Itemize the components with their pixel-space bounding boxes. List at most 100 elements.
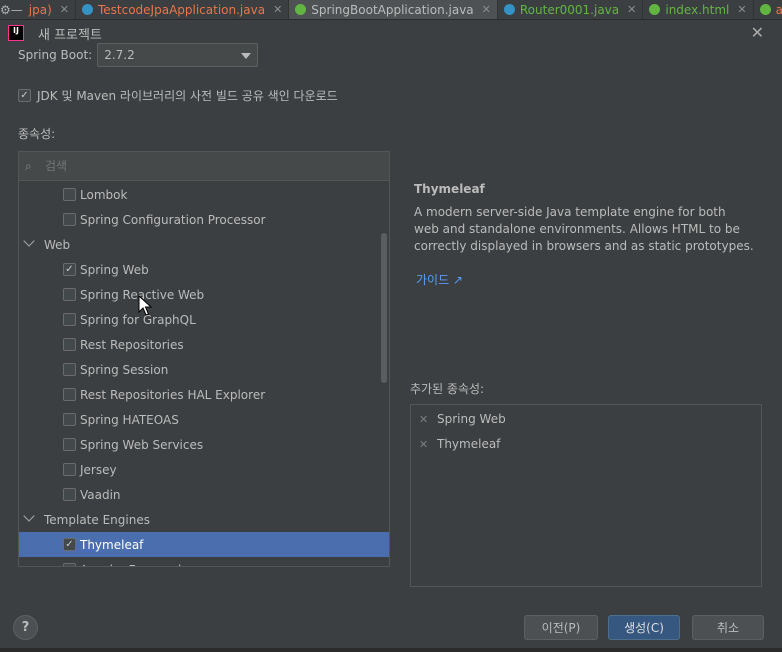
dependency-item[interactable]: Spring Web Services: [19, 432, 389, 457]
jdk-index-checkbox[interactable]: ✓: [18, 89, 31, 102]
editor-tab[interactable]: SpringBootApplication.java ✕: [289, 0, 498, 19]
dependency-item-label: Rest Repositories HAL Explorer: [80, 387, 266, 402]
dependency-checkbox[interactable]: [63, 463, 76, 476]
dependency-group-label: Template Engines: [44, 512, 150, 527]
minimize-icon[interactable]: —: [11, 0, 23, 19]
jdk-index-label: JDK 및 Maven 라이브러리의 사전 빌드 공유 색인 다운로드: [37, 89, 338, 103]
file-type-icon: [649, 4, 661, 15]
dependency-item[interactable]: Spring for GraphQL: [19, 307, 389, 332]
settings-gear-icon[interactable]: ⚙: [0, 0, 11, 19]
intellij-logo-icon: IJ: [8, 25, 24, 41]
dependency-checkbox[interactable]: [63, 388, 76, 401]
spring-boot-version-select[interactable]: 2.7.2: [97, 43, 259, 67]
cancel-button[interactable]: 취소: [692, 615, 764, 640]
remove-icon[interactable]: ✕: [419, 438, 437, 451]
dependency-item-label: Jersey: [80, 462, 117, 477]
dependency-checkbox[interactable]: [63, 438, 76, 451]
editor-tab[interactable]: TestcodeJpaApplication.java ✕: [76, 0, 290, 19]
chevron-down-icon[interactable]: [23, 235, 35, 247]
dependency-checkbox[interactable]: [63, 363, 76, 376]
file-type-icon: [81, 4, 93, 15]
dependency-item[interactable]: ✓ Thymeleaf: [19, 532, 389, 557]
dependency-item[interactable]: Rest Repositories: [19, 332, 389, 357]
dependency-search[interactable]: ⌕: [19, 152, 389, 181]
dependency-item-label: Spring Configuration Processor: [80, 212, 266, 227]
editor-tab[interactable]: Router0001.java ✕: [498, 0, 644, 19]
editor-tab-strip: ⚙ — jpa) ✕ TestcodeJpaApplication.java ✕ Spr…: [0, 0, 782, 20]
dependency-group-label: Web: [44, 237, 71, 252]
create-button[interactable]: 생성(C): [608, 615, 680, 640]
editor-tab-label: Router0001.java: [519, 2, 620, 17]
previous-button[interactable]: 이전(P): [524, 615, 598, 640]
dependency-item[interactable]: Vaadin: [19, 482, 389, 507]
added-dependencies-label: 추가된 종속성:: [410, 382, 485, 396]
dependency-detail-title: Thymeleaf: [414, 182, 485, 196]
spring-boot-label: Spring Boot:: [18, 48, 93, 62]
guide-link[interactable]: 가이드 ↗: [416, 271, 463, 288]
added-dependency-label: Spring Web: [437, 412, 506, 426]
chevron-down-icon[interactable]: [23, 510, 35, 522]
added-dependencies-panel: ✕ Spring Web ✕ Thymeleaf: [410, 404, 762, 587]
dependency-checkbox[interactable]: [63, 563, 76, 566]
search-icon: ⌕: [25, 158, 32, 173]
close-tab-icon[interactable]: ✕: [737, 3, 746, 16]
dependency-tree: Lombok Spring Configuration Processor Web ✓…: [19, 182, 389, 566]
close-tab-icon[interactable]: ✕: [60, 3, 69, 16]
dependency-item-label: Spring Web Services: [80, 437, 204, 452]
editor-tabs: jpa) ✕ TestcodeJpaApplication.java ✕ SpringB…: [23, 0, 782, 19]
dependency-checkbox[interactable]: [63, 188, 76, 201]
editor-tab[interactable]: app: [754, 0, 782, 19]
added-dependency-item[interactable]: ✕ Spring Web: [419, 412, 506, 426]
dependency-group[interactable]: Template Engines: [19, 507, 389, 532]
editor-tab-label: jpa): [28, 2, 52, 17]
close-icon[interactable]: ✕: [751, 23, 764, 42]
dependency-group[interactable]: Web: [19, 232, 389, 257]
dependency-item-label: Thymeleaf: [80, 537, 144, 552]
added-dependency-item[interactable]: ✕ Thymeleaf: [419, 437, 500, 451]
ide-status-strip: [0, 648, 782, 652]
dependency-checkbox[interactable]: [63, 313, 76, 326]
chevron-down-icon: [241, 53, 252, 59]
tree-scrollbar[interactable]: [381, 233, 387, 383]
dependency-item[interactable]: Jersey: [19, 457, 389, 482]
dependency-checkbox[interactable]: [63, 213, 76, 226]
editor-tab-label: index.html: [665, 2, 730, 17]
dependency-item[interactable]: Lombok: [19, 182, 389, 207]
editor-tab-label: SpringBootApplication.java: [311, 2, 474, 17]
editor-tab-label: app: [776, 3, 782, 17]
dependency-item[interactable]: Spring Session: [19, 357, 389, 382]
file-type-icon: [295, 4, 307, 15]
dependency-checkbox[interactable]: [63, 338, 76, 351]
editor-tab[interactable]: jpa) ✕: [23, 0, 76, 19]
dependency-item[interactable]: Spring HATEOAS: [19, 407, 389, 432]
dependency-checkbox[interactable]: ✓: [63, 538, 76, 551]
dependency-item[interactable]: Spring Reactive Web: [19, 282, 389, 307]
dependency-checkbox[interactable]: [63, 288, 76, 301]
help-button[interactable]: ?: [13, 615, 38, 640]
jdk-index-option[interactable]: ✓ JDK 및 Maven 라이브러리의 사전 빌드 공유 색인 다운로드: [18, 87, 338, 104]
file-type-icon: [503, 4, 515, 15]
dependency-item[interactable]: ✓ Spring Web: [19, 257, 389, 282]
dependency-checkbox[interactable]: ✓: [63, 263, 76, 276]
dialog-title: 새 프로젝트: [38, 27, 102, 43]
dependency-item[interactable]: Rest Repositories HAL Explorer: [19, 382, 389, 407]
close-tab-icon[interactable]: ✕: [627, 3, 636, 16]
dependency-search-input[interactable]: [45, 159, 345, 173]
dependency-item-label: Apache Freemarker: [80, 563, 197, 567]
spring-boot-version-value: 2.7.2: [104, 48, 135, 62]
close-tab-icon[interactable]: ✕: [482, 3, 491, 16]
editor-tab[interactable]: index.html ✕: [643, 0, 754, 19]
dependency-item-label: Spring Session: [80, 362, 169, 377]
dependency-item[interactable]: Apache Freemarker: [19, 557, 389, 566]
dependency-checkbox[interactable]: [63, 413, 76, 426]
close-tab-icon[interactable]: ✕: [273, 3, 282, 16]
mouse-cursor-icon: [138, 295, 153, 316]
dependency-item[interactable]: Spring Configuration Processor: [19, 207, 389, 232]
dependency-checkbox[interactable]: [63, 488, 76, 501]
added-dependency-label: Thymeleaf: [437, 437, 501, 451]
dependency-item-label: Spring HATEOAS: [80, 412, 179, 427]
dependency-item-label: Rest Repositories: [80, 337, 184, 352]
spring-boot-row: Spring Boot: 2.7.2: [18, 43, 259, 67]
file-type-icon: [759, 4, 771, 15]
remove-icon[interactable]: ✕: [419, 413, 437, 426]
